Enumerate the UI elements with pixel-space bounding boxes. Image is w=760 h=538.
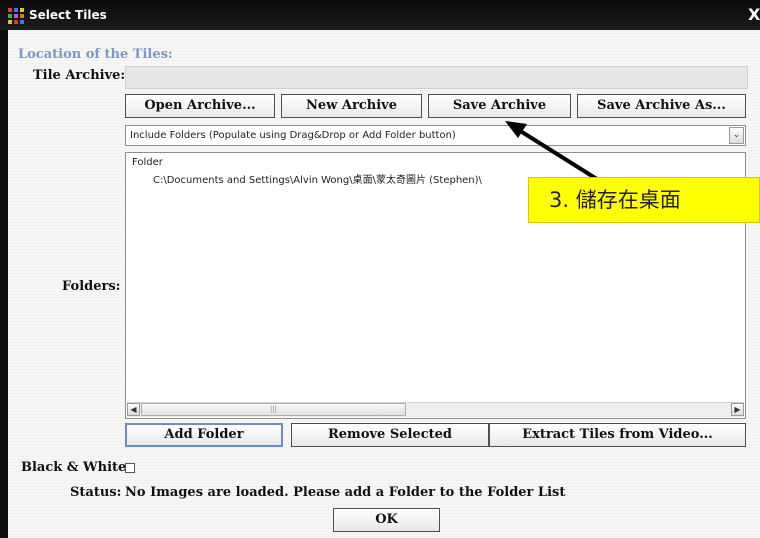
new-archive-button[interactable]: New Archive: [281, 94, 422, 118]
chevron-right-icon[interactable]: ▶: [731, 403, 744, 416]
folder-mode-select[interactable]: Include Folders (Populate using Drag&Dro…: [125, 125, 746, 146]
tile-archive-field[interactable]: [125, 66, 748, 89]
annotation-callout: 3. 儲存在桌面: [528, 177, 760, 223]
close-icon[interactable]: X: [748, 5, 760, 25]
remove-selected-button[interactable]: Remove Selected: [291, 423, 489, 447]
chevron-down-icon[interactable]: ⌄: [729, 127, 744, 144]
ok-button[interactable]: OK: [333, 508, 440, 532]
folders-label: Folders:: [62, 279, 121, 294]
add-folder-button[interactable]: Add Folder: [125, 423, 283, 447]
black-white-checkbox[interactable]: [125, 463, 135, 473]
list-item[interactable]: C:\Documents and Settings\Alvin Wong\桌面\…: [153, 171, 482, 186]
status-label: Status:: [70, 485, 122, 500]
window-left-border: [0, 30, 8, 538]
section-title: Location of the Tiles:: [18, 47, 173, 62]
save-archive-as-button[interactable]: Save Archive As...: [577, 94, 746, 118]
dialog-body: Location of the Tiles: Tile Archive: Ope…: [8, 30, 760, 538]
tile-archive-label: Tile Archive:: [33, 68, 126, 83]
scroll-grip-icon[interactable]: |||: [141, 403, 406, 416]
chevron-left-icon[interactable]: ◀: [127, 403, 140, 416]
title-bar: Select Tiles X: [0, 0, 760, 30]
open-archive-button[interactable]: Open Archive...: [125, 94, 275, 118]
app-icon: [8, 8, 24, 24]
extract-tiles-button[interactable]: Extract Tiles from Video...: [489, 423, 746, 447]
folder-mode-value: Include Folders (Populate using Drag&Dro…: [130, 130, 456, 141]
save-archive-button[interactable]: Save Archive: [428, 94, 571, 118]
horizontal-scrollbar[interactable]: ◀ ||| ▶: [127, 402, 744, 417]
black-white-label: Black & White:: [21, 460, 132, 475]
folder-column-header[interactable]: Folder: [132, 157, 163, 168]
window-title: Select Tiles: [29, 8, 107, 22]
status-text: No Images are loaded. Please add a Folde…: [125, 485, 566, 500]
